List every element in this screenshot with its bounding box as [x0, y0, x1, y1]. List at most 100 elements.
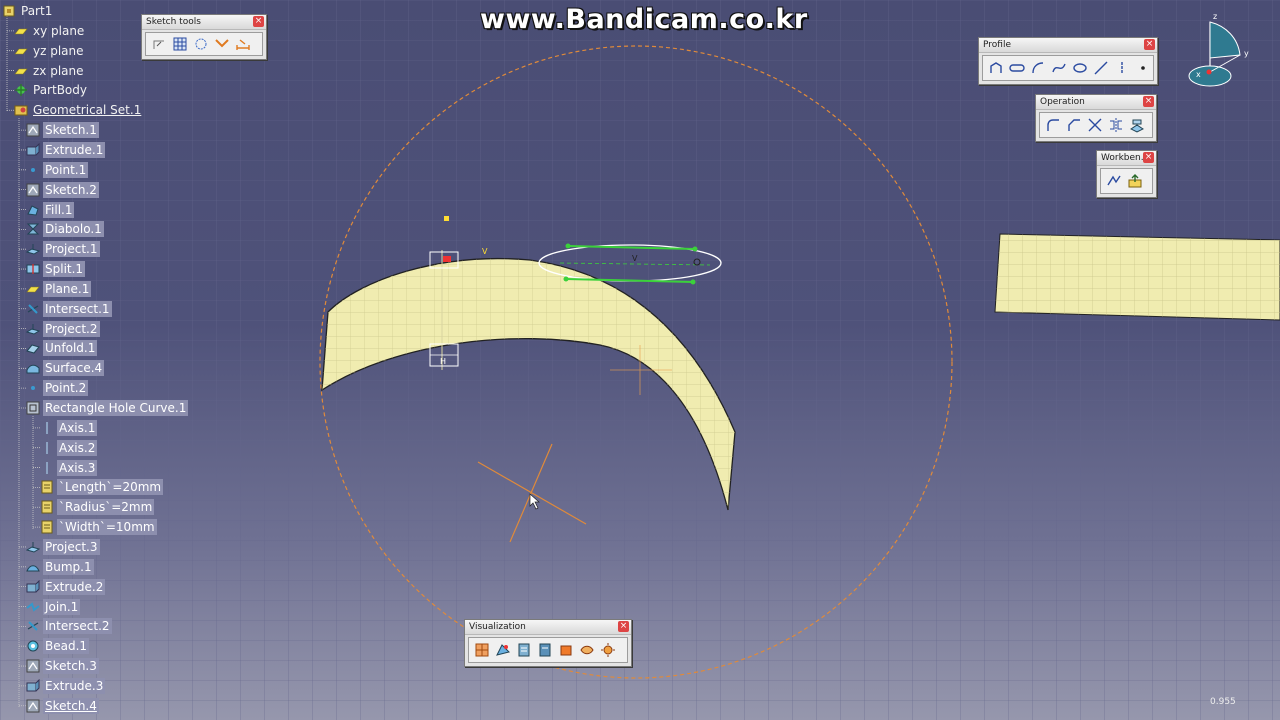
circle-icon[interactable] — [1071, 59, 1089, 77]
tree-node[interactable]: Join.1 — [26, 598, 81, 616]
close-icon[interactable]: × — [1143, 152, 1154, 163]
tree-node[interactable]: Diabolo.1 — [26, 220, 104, 238]
tree-node[interactable]: `Length`=20mm — [40, 478, 164, 496]
specification-tree[interactable]: Part1 xy plane yz plane zx plane PartBody Geo… — [0, 0, 300, 720]
tree-node[interactable]: xy plane — [14, 22, 86, 40]
compass-y-label: y — [1244, 49, 1249, 58]
geometrical-set-icon — [14, 103, 28, 117]
dimensional-constraint-icon[interactable] — [234, 35, 252, 53]
spline-icon[interactable] — [1050, 59, 1068, 77]
tree-node[interactable]: Part1 — [2, 2, 54, 20]
tree-node[interactable]: Axis.1 — [40, 419, 98, 437]
axis-line-icon[interactable] — [1113, 59, 1131, 77]
toolbar-title[interactable]: Workben... × — [1097, 151, 1156, 166]
arc-icon[interactable] — [1029, 59, 1047, 77]
profile-toolbar[interactable]: Profile × — [978, 37, 1158, 85]
close-icon[interactable]: × — [253, 16, 264, 27]
tree-node[interactable]: Fill.1 — [26, 201, 75, 219]
join-icon — [26, 600, 40, 614]
toolbar-title[interactable]: Operation × — [1036, 95, 1156, 110]
tree-node[interactable]: Plane.1 — [26, 280, 92, 298]
tree-node[interactable]: Extrude.2 — [26, 578, 106, 596]
operation-toolbar[interactable]: Operation × — [1035, 94, 1157, 142]
close-icon[interactable]: × — [1144, 39, 1155, 50]
dimensional-constraints-icon[interactable] — [536, 641, 554, 659]
tree-node[interactable]: Sketch.1 — [26, 121, 99, 139]
toolbar-title[interactable]: Profile × — [979, 38, 1157, 53]
hide-show-icon[interactable] — [578, 641, 596, 659]
construction-element-icon[interactable] — [192, 35, 210, 53]
tree-node[interactable]: `Width`=10mm — [40, 518, 157, 536]
tree-node[interactable]: Sketch.3 — [26, 657, 99, 675]
toolbar-title[interactable]: Sketch tools × — [142, 15, 266, 30]
point-icon[interactable] — [1134, 59, 1152, 77]
tree-node[interactable]: Project.1 — [26, 240, 100, 258]
axis-icon — [40, 461, 54, 475]
visualization-toolbar[interactable]: Visualization × — [464, 619, 632, 667]
tree-node[interactable]: zx plane — [14, 62, 86, 80]
tree-node[interactable]: Bump.1 — [26, 558, 94, 576]
tree-node-label: Split.1 — [43, 261, 86, 278]
trim-icon[interactable] — [1086, 116, 1104, 134]
compass-x-label: x — [1196, 70, 1201, 79]
tree-node[interactable]: Sketch.2 — [26, 181, 99, 199]
diabolo-icon — [26, 222, 40, 236]
line-icon[interactable] — [1092, 59, 1110, 77]
sketch-point-marker[interactable] — [444, 216, 449, 221]
slot-endpoint[interactable] — [692, 246, 698, 252]
close-icon[interactable]: × — [1143, 96, 1154, 107]
project-3d-icon[interactable] — [1128, 116, 1146, 134]
workbench-toolbar[interactable]: Workben... × — [1096, 150, 1157, 198]
oblong-icon[interactable] — [1008, 59, 1026, 77]
toolbar-title-text: Visualization — [469, 622, 526, 632]
tree-node[interactable]: yz plane — [14, 42, 86, 60]
render-style-icon[interactable] — [557, 641, 575, 659]
tree-node[interactable]: Intersect.1 — [26, 300, 112, 318]
recorder-watermark: www.Bandicam.co.kr — [480, 4, 808, 35]
tree-node[interactable]: `Radius`=2mm — [40, 498, 155, 516]
slot-endpoint[interactable] — [565, 243, 571, 249]
tree-node[interactable]: Point.1 — [26, 161, 89, 179]
split-icon — [26, 262, 40, 276]
intersect-icon — [26, 619, 40, 633]
close-icon[interactable]: × — [618, 621, 629, 632]
tree-node-label: PartBody — [33, 83, 87, 98]
tree-node[interactable]: Sketch.4 — [26, 697, 99, 715]
tree-node[interactable]: Rectangle Hole Curve.1 — [26, 399, 189, 417]
tree-node[interactable]: Unfold.1 — [26, 339, 98, 357]
tree-node[interactable]: Split.1 — [26, 260, 86, 278]
snap-to-point-icon[interactable] — [150, 35, 168, 53]
tree-node[interactable]: Axis.2 — [40, 439, 98, 457]
tree-node[interactable]: Extrude.1 — [26, 141, 106, 159]
update-icon[interactable] — [1126, 172, 1144, 190]
toolbar-title-text: Operation — [1040, 97, 1085, 107]
slot-endpoint[interactable] — [690, 279, 696, 285]
toolbar-title[interactable]: Visualization × — [465, 620, 631, 635]
tree-node[interactable]: Bead.1 — [26, 637, 90, 655]
tree-node[interactable]: Axis.3 — [40, 459, 98, 477]
profile-icon[interactable] — [987, 59, 1005, 77]
sketch-only-icon[interactable] — [494, 641, 512, 659]
tree-node[interactable]: Surface.4 — [26, 359, 105, 377]
exit-workbench-icon[interactable] — [1105, 172, 1123, 190]
tree-node[interactable]: PartBody — [14, 81, 89, 99]
diagnosis-icon[interactable] — [515, 641, 533, 659]
sketch-tools-toolbar[interactable]: Sketch tools × — [141, 14, 267, 60]
tree-node[interactable]: Intersect.2 — [26, 617, 112, 635]
tree-node[interactable]: Extrude.3 — [26, 677, 106, 695]
sketch-icon — [26, 123, 40, 137]
lighting-icon[interactable] — [599, 641, 617, 659]
surface-icon — [26, 361, 40, 375]
grid-icon[interactable] — [171, 35, 189, 53]
sketch-icon — [26, 183, 40, 197]
chamfer-icon[interactable] — [1065, 116, 1083, 134]
slot-endpoint[interactable] — [563, 276, 569, 282]
tree-node[interactable]: Project.2 — [26, 320, 100, 338]
tree-node[interactable]: Project.3 — [26, 538, 100, 556]
cut-part-icon[interactable] — [473, 641, 491, 659]
corner-icon[interactable] — [1044, 116, 1062, 134]
tree-node[interactable]: Geometrical Set.1 — [14, 101, 143, 119]
mirror-icon[interactable] — [1107, 116, 1125, 134]
tree-node[interactable]: Point.2 — [26, 379, 89, 397]
geometric-constraint-icon[interactable] — [213, 35, 231, 53]
